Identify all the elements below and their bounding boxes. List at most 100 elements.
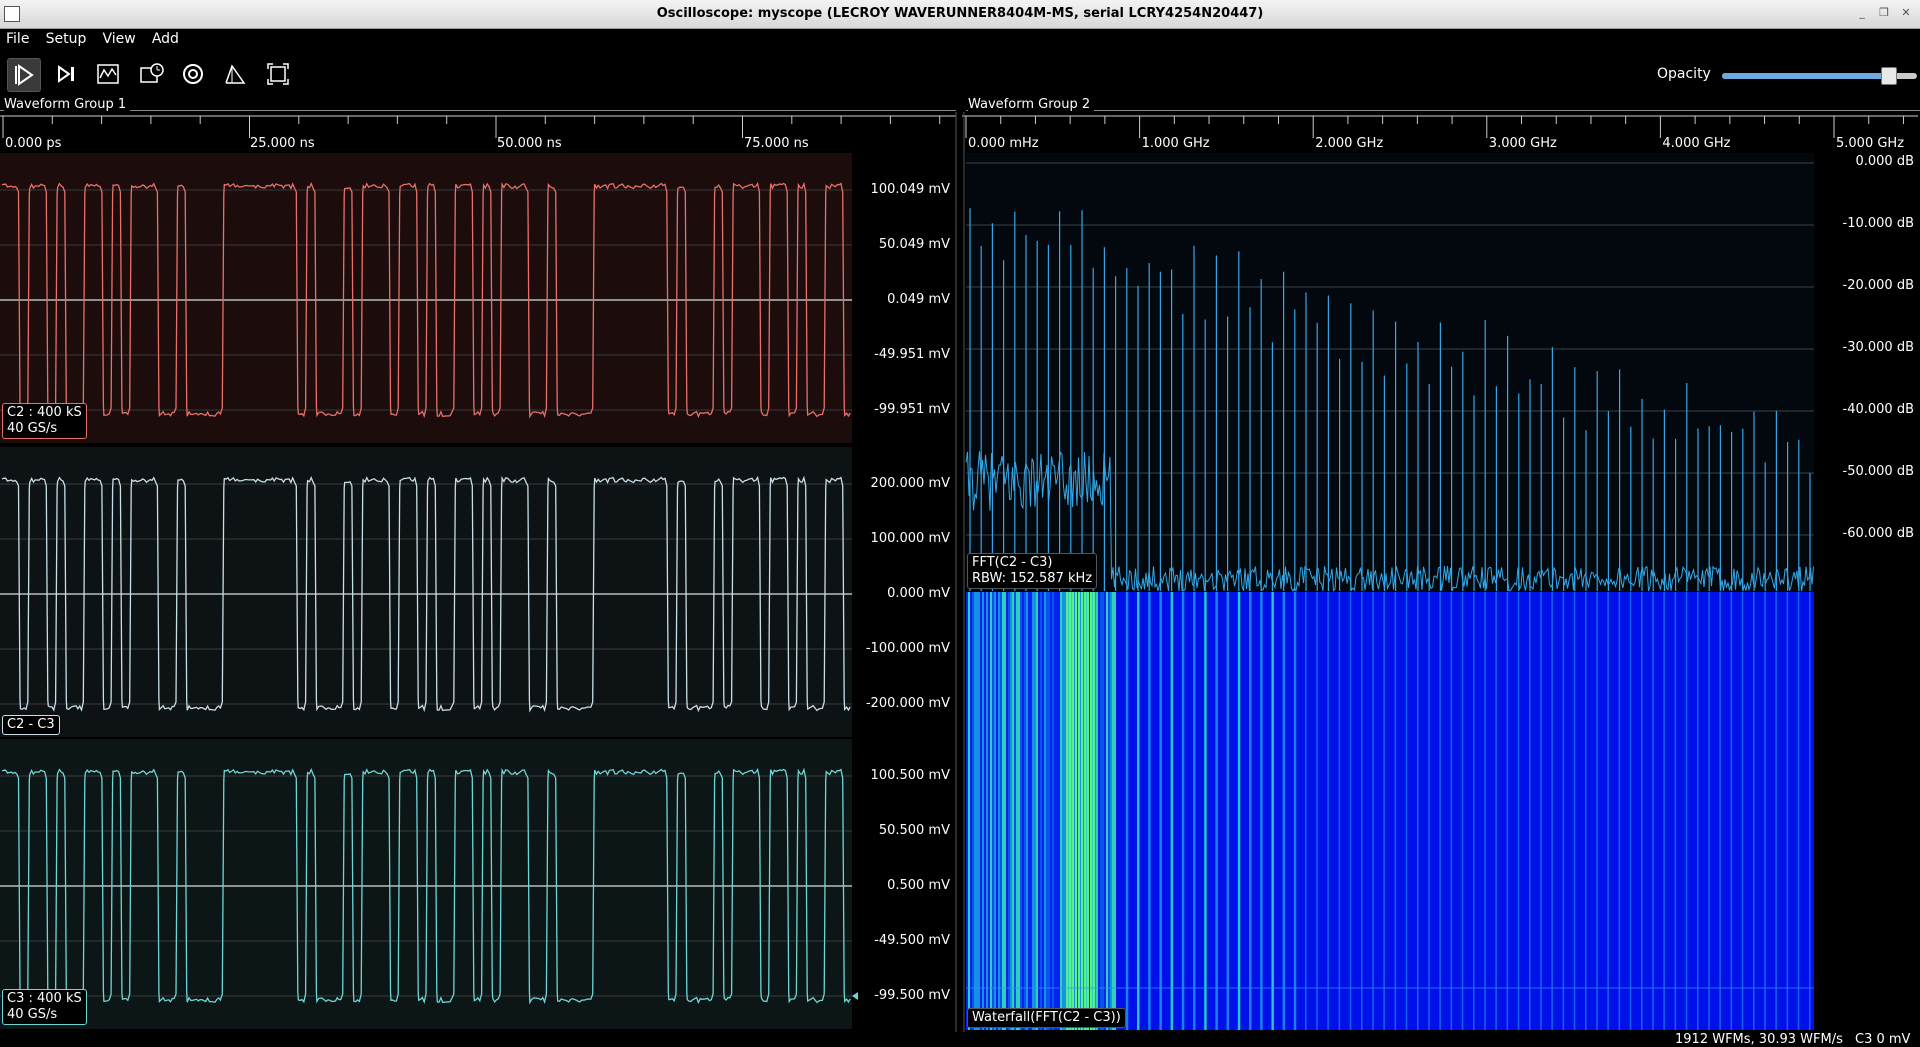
- force-trigger-button[interactable]: [92, 58, 124, 90]
- close-icon[interactable]: ✕: [1898, 5, 1914, 21]
- menu-view[interactable]: View: [96, 29, 141, 49]
- waterfall-line: [1428, 592, 1430, 1030]
- waterfall-band: [1112, 592, 1114, 1030]
- channel-label-name: C3 : 400 kS: [7, 991, 82, 1006]
- menu-add[interactable]: Add: [146, 29, 185, 49]
- opacity-slider-handle[interactable]: [1880, 67, 1897, 85]
- time-tick-label: 0.000 ps: [5, 136, 62, 151]
- y-axis-label: -49.500 mV: [874, 933, 950, 948]
- waterfall-channel-label[interactable]: Waterfall(FFT(C2 - C3)): [967, 1008, 1126, 1028]
- waterfall-line: [1170, 592, 1174, 1030]
- waterfall-band: [1064, 592, 1066, 1030]
- channel-1-plot[interactable]: [0, 447, 852, 737]
- waterfall-band: [974, 592, 976, 1030]
- waterfall-line: [1596, 592, 1598, 1030]
- menu-bar: File Setup View Add: [0, 29, 1920, 51]
- waterfall-band: [1026, 592, 1028, 1030]
- waterfall-line: [1417, 592, 1419, 1030]
- waterfall-band: [966, 592, 968, 1030]
- waterfall-band: [1084, 592, 1086, 1030]
- freq-tick-label: 0.000 mHz: [968, 136, 1039, 151]
- waterfall-line: [1551, 592, 1553, 1030]
- waterfall-line: [1349, 592, 1352, 1030]
- waterfall-band: [998, 592, 1000, 1030]
- waterfall-band: [1016, 592, 1018, 1030]
- channel-2-plot[interactable]: [0, 739, 852, 1029]
- minimize-icon[interactable]: _: [1854, 5, 1870, 21]
- single-trigger-button[interactable]: [50, 58, 82, 90]
- opacity-slider[interactable]: [1722, 67, 1917, 85]
- waterfall-line: [1125, 592, 1129, 1030]
- waterfall-line: [1674, 592, 1677, 1030]
- time-tick-label: 25.000 ns: [250, 136, 315, 151]
- waterfall-plot[interactable]: [966, 592, 1814, 1030]
- menu-setup[interactable]: Setup: [40, 29, 93, 49]
- waterfall-band: [1114, 592, 1116, 1030]
- waterfall-line: [1316, 592, 1318, 1030]
- y-axis-label: -99.500 mV: [874, 988, 950, 1003]
- fullscreen-icon: [267, 63, 289, 85]
- waterfall-line: [1652, 592, 1654, 1030]
- y-axis-label: -200.000 mV: [865, 696, 950, 711]
- waterfall-line: [1293, 592, 1297, 1030]
- waterfall-line: [1753, 592, 1755, 1030]
- waterfall-band: [1098, 592, 1100, 1030]
- waterfall-band: [968, 592, 970, 1030]
- group1-frame: [0, 110, 956, 111]
- opacity-slider-fill: [1722, 73, 1888, 79]
- step-icon: [58, 65, 74, 83]
- waterfall-band: [1018, 592, 1020, 1030]
- db-axis-label: -60.000 dB: [1842, 526, 1914, 541]
- waterfall-line: [1719, 592, 1721, 1030]
- restore-icon[interactable]: ❐: [1876, 5, 1892, 21]
- waterfall-band: [1040, 592, 1042, 1030]
- title-bar: Oscilloscope: myscope (LECROY WAVERUNNER…: [0, 0, 1920, 29]
- freq-tick-label: 4.000 GHz: [1662, 136, 1731, 151]
- waterfall-line: [1495, 592, 1497, 1030]
- fft-label-rbw: RBW: 152.587 kHz: [972, 571, 1093, 586]
- waterfall-band: [1032, 592, 1034, 1030]
- history-button[interactable]: [135, 58, 167, 90]
- waterfall-band: [978, 592, 980, 1030]
- waterfall-band: [984, 592, 986, 1030]
- waterfall-line: [1450, 592, 1453, 1030]
- waterfall-band: [1050, 592, 1052, 1030]
- fft-channel-label[interactable]: FFT(C2 - C3) RBW: 152.587 kHz: [967, 553, 1098, 589]
- y-axis-label: 200.000 mV: [870, 476, 950, 491]
- channel-0-plot[interactable]: [0, 153, 852, 443]
- waterfall-line: [1327, 592, 1329, 1030]
- channel-label[interactable]: C3 : 400 kS 40 GS/s: [2, 989, 87, 1025]
- waterfall-line: [1193, 592, 1196, 1030]
- waterfall-line: [1484, 592, 1486, 1030]
- waterfall-line: [1338, 592, 1341, 1030]
- measure-button[interactable]: [219, 58, 251, 90]
- status-wfm-rate: 1912 WFMs, 30.93 WFM/s: [1675, 1032, 1843, 1047]
- y-axis-label: -99.951 mV: [874, 402, 950, 417]
- waterfall-band: [1012, 592, 1014, 1030]
- channel-label[interactable]: C2 - C3: [2, 715, 60, 735]
- waveform-group-1[interactable]: [0, 112, 958, 1032]
- fullscreen-button[interactable]: [262, 58, 294, 90]
- waterfall-line: [1159, 592, 1162, 1030]
- refresh-button[interactable]: [177, 58, 209, 90]
- waveform-group-2[interactable]: [962, 112, 1920, 1032]
- waterfall-line: [1573, 592, 1576, 1030]
- history-icon: [140, 63, 164, 83]
- waterfall-band: [1066, 592, 1068, 1030]
- freq-tick-label: 3.000 GHz: [1488, 136, 1557, 151]
- channel-label-name: C2 : 400 kS: [7, 405, 82, 420]
- channel-label[interactable]: C2 : 400 kS 40 GS/s: [2, 403, 87, 439]
- group2-frame: [966, 110, 1920, 111]
- menu-file[interactable]: File: [0, 29, 35, 49]
- waterfall-band: [1052, 592, 1054, 1030]
- waterfall-band: [988, 592, 990, 1030]
- waterfall-band: [1024, 592, 1026, 1030]
- fft-label-name: FFT(C2 - C3): [972, 555, 1053, 570]
- start-trigger-button[interactable]: [7, 58, 41, 92]
- channel-label-rate: 40 GS/s: [7, 1007, 58, 1022]
- channel-label-rate: 40 GS/s: [7, 421, 58, 436]
- y-axis-label: 50.500 mV: [878, 823, 950, 838]
- waterfall-line: [1305, 592, 1307, 1030]
- status-trigger: C3 0 mV: [1855, 1032, 1911, 1047]
- waterfall-line: [1607, 592, 1609, 1030]
